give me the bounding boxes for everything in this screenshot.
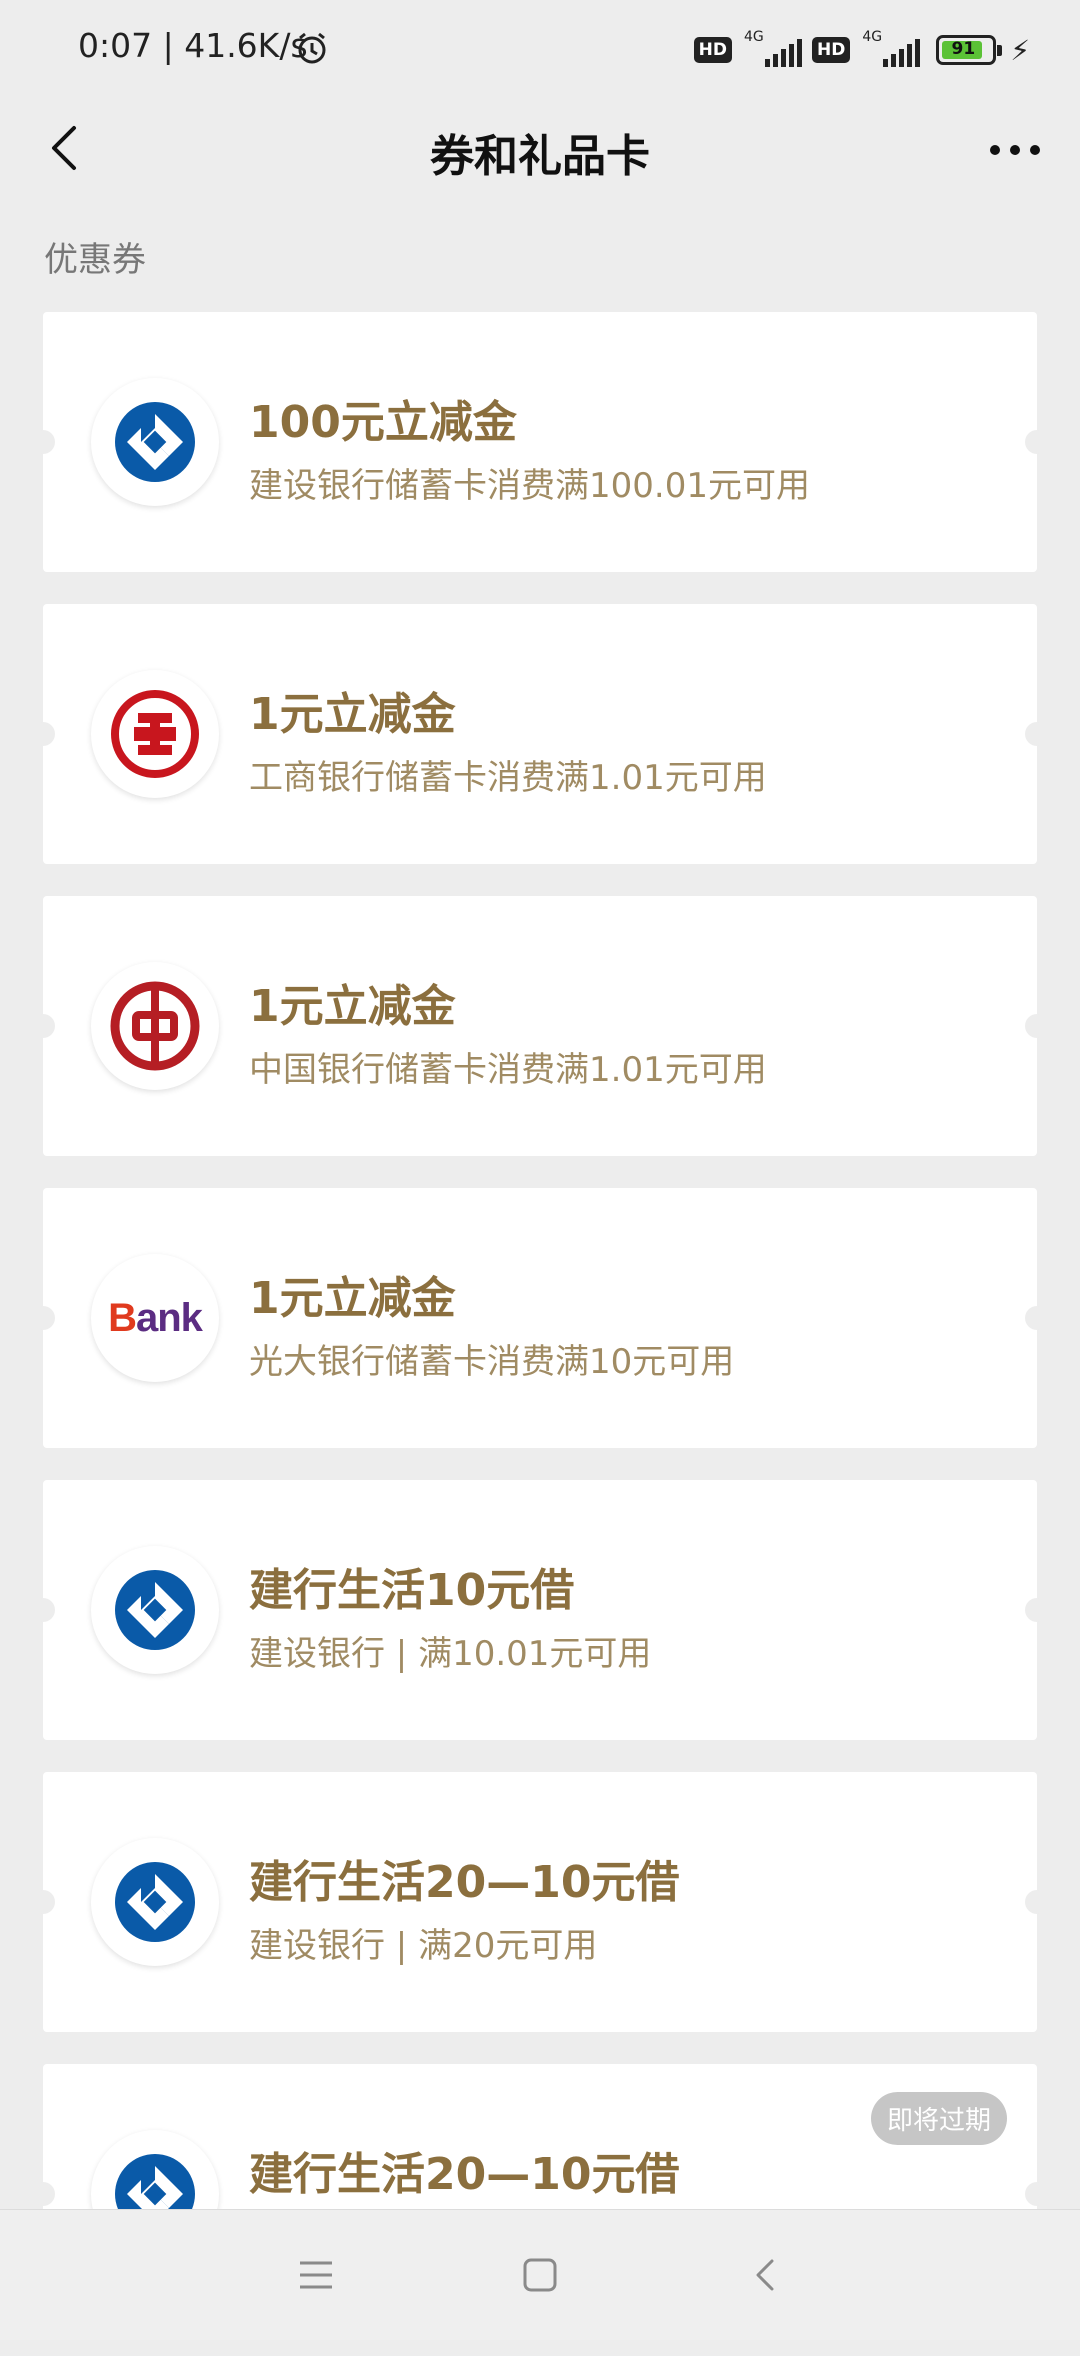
coupon-card[interactable]: 1元立减金 工商银行储蓄卡消费满1.01元可用 [31,604,1049,864]
back-arrow-icon [756,2259,774,2291]
alarm-icon [294,30,330,70]
coupon-desc: 工商银行储蓄卡消费满1.01元可用 [249,758,767,798]
more-dot-icon [1030,145,1040,155]
coupon-card[interactable]: 100元立减金 建设银行储蓄卡消费满100.01元可用 [31,312,1049,572]
coupon-list: 100元立减金 建设银行储蓄卡消费满100.01元可用 1元立减金 工商银行储蓄… [31,312,1049,2356]
expiring-soon-badge: 即将过期 [870,2092,1007,2145]
coupon-card[interactable]: 建行生活10元借 建设银行 | 满10.01元可用 [31,1480,1049,1740]
battery-icon: 91 [936,35,1003,65]
battery-level: 91 [951,39,976,59]
section-label: 优惠券 [44,240,146,280]
coupon-card[interactable]: 1元立减金 中国银行储蓄卡消费满1.01元可用 [31,896,1049,1156]
menu-icon [300,2261,332,2289]
network-type-label: 4G [743,29,764,45]
hd-badge: HD [693,37,732,63]
coupon-card[interactable]: 建行生活20—10元借 建设银行 | 满20元可用 [31,1772,1049,2032]
icbc-logo-icon [91,670,219,798]
ccb-logo-icon [91,1546,219,1674]
coupon-desc: 建设银行储蓄卡消费满100.01元可用 [249,466,810,506]
coupon-card[interactable]: Bank 1元立减金 光大银行储蓄卡消费满10元可用 [31,1188,1049,1448]
system-nav-bar [0,2209,1080,2340]
system-back-button[interactable] [736,2245,796,2305]
signal-icon: 4G [742,29,802,69]
status-bar: 0:07 | 41.6K/s HD 4G HD 4G 91 ⚡ [0,0,1080,96]
nav-bar: 券和礼品卡 [0,96,1080,200]
coupon-desc: 建设银行 | 满20元可用 [249,1926,598,1966]
ccb-logo-icon [91,378,219,506]
coupon-title: 1元立减金 [249,981,456,1032]
page-title: 券和礼品卡 [430,131,650,182]
coupon-title: 建行生活20—10元借 [249,1857,680,1908]
ccb-logo-icon [91,1838,219,1966]
more-dot-icon [1010,145,1020,155]
coupon-desc: 中国银行储蓄卡消费满1.01元可用 [249,1050,767,1090]
coupon-title: 1元立减金 [249,689,456,740]
charging-icon: ⚡ [1010,33,1030,67]
coupon-desc: 光大银行储蓄卡消费满10元可用 [249,1342,735,1382]
boc-logo-icon [91,962,219,1090]
home-square-icon [523,2258,557,2292]
network-type-label: 4G [862,29,883,45]
hd-badge: HD [811,37,851,63]
more-button[interactable] [980,120,1050,180]
coupon-desc: 建设银行 | 满10.01元可用 [249,1634,652,1674]
coupon-title: 建行生活10元借 [249,1565,575,1616]
more-dot-icon [990,145,1000,155]
logo-letters-ank: ank [135,1295,203,1340]
status-time-speed: 0:07 | 41.6K/s [78,26,308,65]
signal-icon: 4G [860,29,921,69]
coupon-title: 建行生活20—10元借 [249,2149,680,2200]
home-button[interactable] [510,2245,570,2305]
ceb-bank-logo-icon: Bank [91,1254,219,1382]
coupon-title: 1元立减金 [249,1273,456,1324]
logo-letter-b: B [108,1295,137,1340]
coupon-title: 100元立减金 [249,397,517,448]
menu-button[interactable] [286,2245,346,2305]
